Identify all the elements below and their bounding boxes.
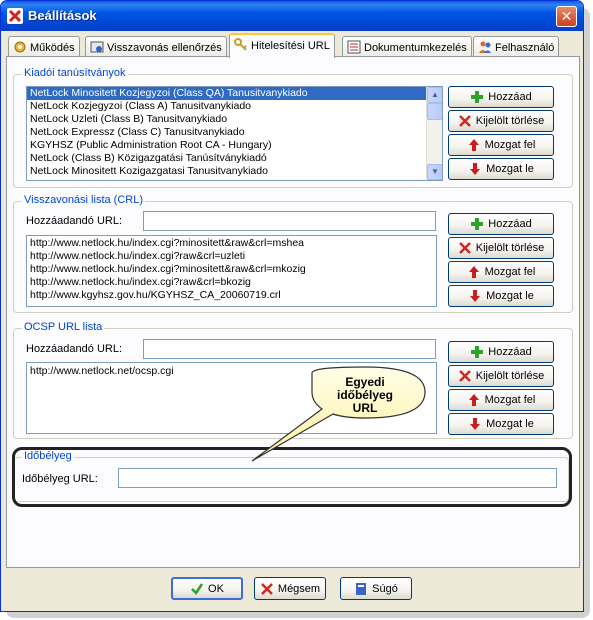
tab-label: Felhasználó <box>495 42 555 54</box>
close-button[interactable]: ✕ <box>556 6 577 27</box>
cancel-x-icon <box>261 582 273 595</box>
crl-add-label: Hozzáadandó URL: <box>26 215 123 227</box>
list-item[interactable]: http://www.netlock.hu/index.cgi?minosite… <box>27 263 436 276</box>
callout-text: Egyedi időbélyeg URL <box>317 376 413 415</box>
button-label: Kijelölt törlése <box>475 370 545 382</box>
tab-label: Hitelesítési URL <box>251 40 330 52</box>
tab-label: Működés <box>30 42 75 54</box>
callout-line: URL <box>352 401 378 415</box>
list-item[interactable]: NetLock Kozjegyzoi (Class A) Tanusitvany… <box>27 100 442 113</box>
crl-add-button[interactable]: Hozzáad <box>448 213 554 235</box>
plus-icon <box>471 91 484 103</box>
delete-x-icon <box>458 242 471 254</box>
button-label: Mégsem <box>277 582 321 595</box>
gear-user-icon <box>14 41 26 53</box>
button-label: Súgó <box>372 582 398 595</box>
button-label: Mozgat fel <box>484 139 536 151</box>
button-label: Mozgat le <box>486 163 534 175</box>
crl-url-input[interactable] <box>143 211 436 231</box>
issuers-move-up-button[interactable]: Mozgat fel <box>448 134 554 156</box>
document-list-icon <box>347 40 361 54</box>
tab-label: Visszavonás ellenőrzés <box>107 42 222 54</box>
crl-legend: Visszavonási lista (CRL) <box>22 194 146 206</box>
button-label: Mozgat fel <box>484 266 536 278</box>
list-item[interactable]: NetLock Minositett Kozigazgatasi Tanusit… <box>27 165 442 178</box>
ocsp-delete-button[interactable]: Kijelölt törlése <box>448 365 554 387</box>
list-item[interactable]: NetLock Minositett Kozjegyzoi (Class QA)… <box>27 87 442 100</box>
issuers-listbox[interactable]: NetLock Minositett Kozjegyzoi (Class QA)… <box>26 86 443 181</box>
button-label: Kijelölt törlése <box>475 115 545 127</box>
settings-dialog: Beállítások ✕ Működés Visszavonás ellenő… <box>0 0 584 612</box>
button-label: Mozgat le <box>486 418 534 430</box>
ocsp-url-input[interactable] <box>143 339 436 359</box>
ocsp-add-button[interactable]: Hozzáad <box>448 341 554 363</box>
button-label: Kijelölt törlése <box>475 242 545 254</box>
tab-label: Dokumentumkezelés <box>364 42 467 54</box>
button-label: Hozzáad <box>488 91 532 103</box>
scroll-thumb[interactable] <box>427 103 442 120</box>
title-bar[interactable]: Beállítások ✕ <box>1 1 583 31</box>
issuers-group: Kiadói tanúsítványok NetLock Minositett … <box>13 67 573 188</box>
button-label: Hozzáad <box>488 346 532 358</box>
users-icon <box>479 41 491 53</box>
issuers-add-button[interactable]: Hozzáad <box>448 86 554 108</box>
list-item[interactable]: http://www.netlock.hu/index.cgi?raw&crl=… <box>27 276 436 289</box>
tab-dokumentumkezeles[interactable]: Dokumentumkezelés <box>342 36 472 57</box>
ocsp-move-down-button[interactable]: Mozgat le <box>448 413 554 435</box>
scroll-up-icon[interactable]: ▲ <box>427 87 442 103</box>
arrow-up-icon <box>468 139 479 151</box>
scroll-down-icon[interactable]: ▼ <box>427 164 442 180</box>
tab-strip: Működés Visszavonás ellenőrzés Hitelesít… <box>6 33 580 58</box>
arrow-up-icon <box>468 266 479 278</box>
ocsp-add-label: Hozzáadandó URL: <box>26 343 123 355</box>
arrow-down-icon <box>470 418 481 430</box>
issuers-delete-button[interactable]: Kijelölt törlése <box>448 110 554 132</box>
delete-x-icon <box>458 370 471 382</box>
arrow-down-icon <box>470 163 481 175</box>
ocsp-legend: OCSP URL lista <box>22 321 105 333</box>
window-title: Beállítások <box>28 8 97 23</box>
plus-icon <box>471 346 484 358</box>
button-label: Mozgat le <box>486 290 534 302</box>
tab-hitelesitesi-url[interactable]: Hitelesítési URL <box>229 33 335 58</box>
delete-x-icon <box>458 115 471 127</box>
list-item[interactable]: http://www.netlock.hu/index.cgi?raw&crl=… <box>27 250 436 263</box>
button-label: OK <box>208 582 224 595</box>
list-item[interactable]: KGYHSZ (Public Administration Root CA - … <box>27 139 442 152</box>
help-book-icon <box>356 582 367 595</box>
issuers-move-down-button[interactable]: Mozgat le <box>448 158 554 180</box>
help-button[interactable]: Súgó <box>340 577 412 600</box>
list-item[interactable]: NetLock (Class B) Közigazgatási Tanúsítv… <box>27 152 442 165</box>
button-label: Hozzáad <box>488 218 532 230</box>
issuers-scrollbar[interactable]: ▲ ▼ <box>426 87 442 180</box>
crl-move-up-button[interactable]: Mozgat fel <box>448 261 554 283</box>
list-item[interactable]: NetLock Expressz (Class C) Tanusitvanyki… <box>27 126 442 139</box>
dialog-footer: OK Mégsem Súgó <box>1 573 583 609</box>
ok-button[interactable]: OK <box>171 577 243 600</box>
issuers-legend: Kiadói tanúsítványok <box>22 67 128 79</box>
plus-icon <box>471 218 484 230</box>
ocsp-move-up-button[interactable]: Mozgat fel <box>448 389 554 411</box>
tab-felhasznalo[interactable]: Felhasználó <box>473 36 560 57</box>
crl-move-down-button[interactable]: Mozgat le <box>448 285 554 307</box>
crl-group: Visszavonási lista (CRL) Hozzáadandó URL… <box>13 194 573 313</box>
list-item[interactable]: http://www.kgyhsz.gov.hu/KGYHSZ_CA_20060… <box>27 289 436 302</box>
checkmark-icon <box>191 582 204 595</box>
tab-mukodes[interactable]: Működés <box>8 36 80 57</box>
arrow-up-icon <box>468 394 479 406</box>
app-x-icon <box>7 8 23 24</box>
tab-visszavonas[interactable]: Visszavonás ellenőrzés <box>85 36 227 57</box>
button-label: Mozgat fel <box>484 394 536 406</box>
arrow-down-icon <box>470 290 481 302</box>
cancel-button[interactable]: Mégsem <box>254 577 326 600</box>
crl-delete-button[interactable]: Kijelölt törlése <box>448 237 554 259</box>
list-item[interactable]: http://www.netlock.hu/index.cgi?minosite… <box>27 237 436 250</box>
list-item[interactable]: NetLock Uzleti (Class B) Tanusitvanykiad… <box>27 113 442 126</box>
crl-listbox[interactable]: http://www.netlock.hu/index.cgi?minosite… <box>26 235 437 307</box>
key-icon <box>234 38 247 51</box>
certificate-icon <box>90 41 104 53</box>
